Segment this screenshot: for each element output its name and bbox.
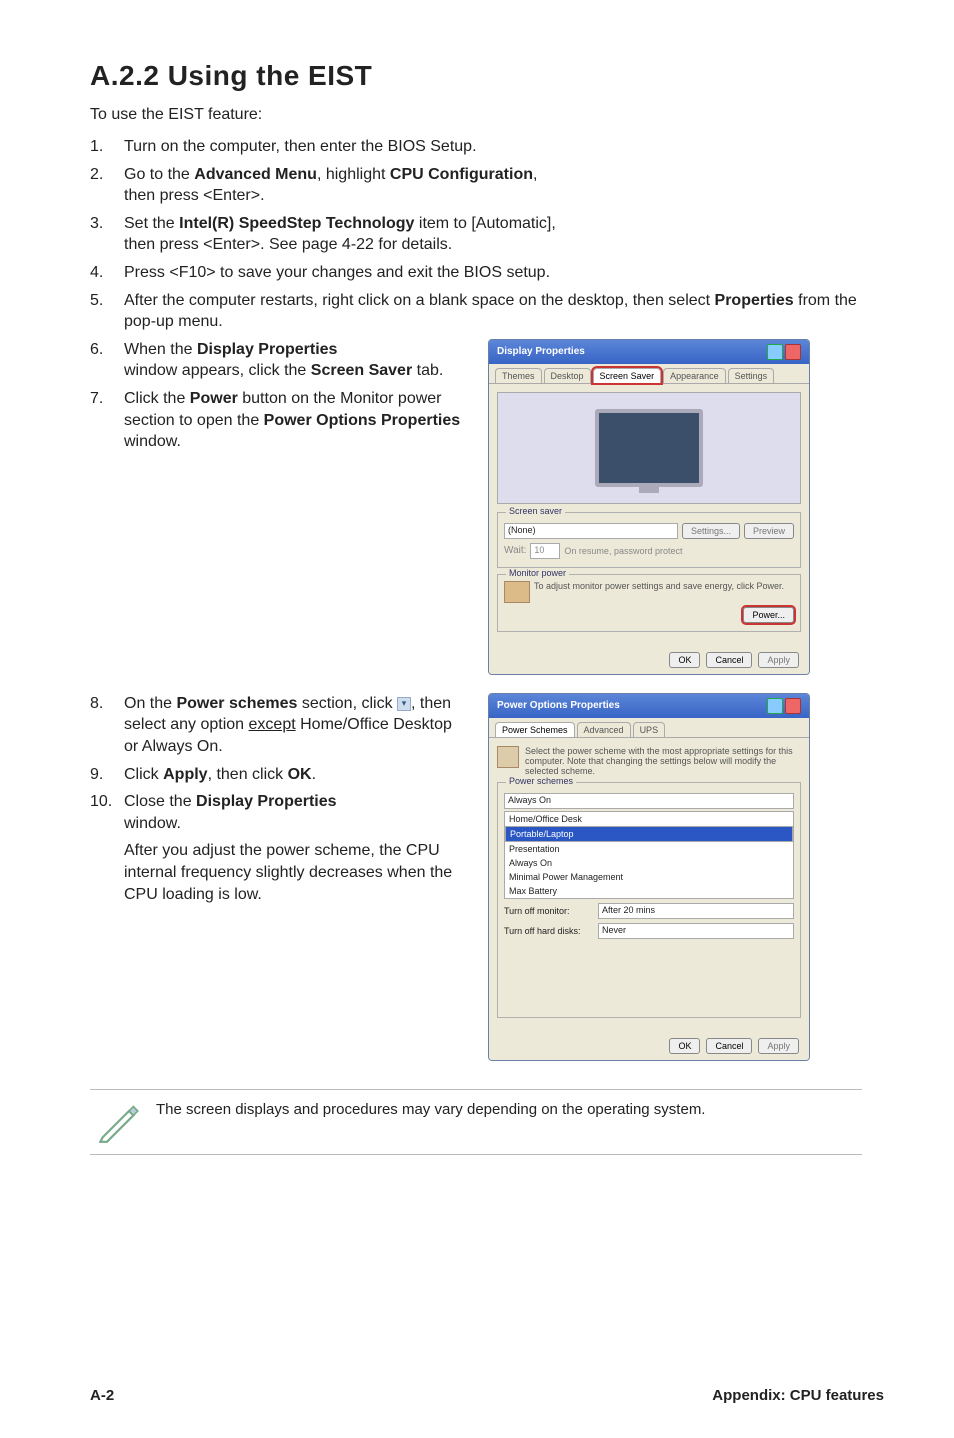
pencil-note-icon	[96, 1100, 140, 1144]
footer-section-title: Appendix: CPU features	[712, 1387, 884, 1404]
tab-themes[interactable]: Themes	[495, 368, 542, 383]
power-plug-icon	[504, 581, 530, 603]
monitor-off-label: Turn off monitor:	[504, 906, 594, 916]
battery-icon	[497, 746, 519, 768]
apply-button[interactable]: Apply	[758, 1038, 799, 1054]
step-6: When the Display Properties window appea…	[90, 339, 470, 382]
scheme-opt[interactable]: Portable/Laptop	[505, 826, 793, 842]
tab-bar: Themes Desktop Screen Saver Appearance S…	[489, 364, 809, 384]
section-heading: A.2.2 Using the EIST	[90, 60, 884, 92]
help-icon[interactable]	[767, 344, 783, 360]
monitor-power-text: To adjust monitor power settings and sav…	[532, 581, 794, 591]
close-icon[interactable]	[785, 344, 801, 360]
screensaver-preview	[497, 392, 801, 504]
tab-desktop[interactable]: Desktop	[544, 368, 591, 383]
group-screensaver: Screen saver	[506, 506, 565, 516]
screensaver-select[interactable]: (None)	[504, 523, 678, 539]
display-properties-window: Display Properties Themes Desktop Screen…	[488, 339, 810, 675]
step-8: On the Power schemes section, click ▾, t…	[90, 693, 470, 758]
tab-screen-saver[interactable]: Screen Saver	[593, 368, 662, 383]
tab-ups[interactable]: UPS	[633, 722, 666, 737]
window-title: Power Options Properties	[497, 700, 620, 711]
monitor-icon	[595, 409, 703, 487]
resume-check-label: On resume, password protect	[564, 546, 682, 556]
after-adjust-text: After you adjust the power scheme, the C…	[124, 840, 470, 905]
settings-button[interactable]: Settings...	[682, 523, 740, 539]
tab-settings[interactable]: Settings	[728, 368, 775, 383]
cancel-button[interactable]: Cancel	[706, 652, 752, 668]
note-callout: The screen displays and procedures may v…	[90, 1089, 862, 1155]
scheme-select[interactable]: Always On	[504, 793, 794, 809]
tab-appearance[interactable]: Appearance	[663, 368, 726, 383]
step-4: Press <F10> to save your changes and exi…	[90, 262, 884, 284]
scheme-opt[interactable]: Max Battery	[505, 884, 793, 898]
scheme-desc: Select the power scheme with the most ap…	[525, 746, 801, 776]
scheme-opt[interactable]: Home/Office Desk	[505, 812, 793, 826]
ok-button[interactable]: OK	[669, 652, 700, 668]
step-1: Turn on the computer, then enter the BIO…	[90, 136, 884, 158]
dropdown-arrow-icon: ▾	[397, 697, 411, 711]
group-power-schemes: Power schemes	[506, 776, 576, 786]
power-options-window: Power Options Properties Power Schemes A…	[488, 693, 810, 1061]
cancel-button[interactable]: Cancel	[706, 1038, 752, 1054]
hd-off-label: Turn off hard disks:	[504, 926, 594, 936]
intro-text: To use the EIST feature:	[90, 106, 884, 124]
tab-power-schemes[interactable]: Power Schemes	[495, 722, 575, 737]
step-2: Go to the Advanced Menu, highlight CPU C…	[90, 164, 884, 207]
preview-button[interactable]: Preview	[744, 523, 794, 539]
step-3: Set the Intel(R) SpeedStep Technology it…	[90, 213, 884, 256]
step-9: Click Apply, then click OK.	[90, 764, 470, 786]
step-7: Click the Power button on the Monitor po…	[90, 388, 470, 453]
footer-page-number: A-2	[90, 1387, 114, 1404]
scheme-opt[interactable]: Minimal Power Management	[505, 870, 793, 884]
scheme-opt[interactable]: Always On	[505, 856, 793, 870]
step-5: After the computer restarts, right click…	[90, 290, 884, 333]
apply-button[interactable]: Apply	[758, 652, 799, 668]
hd-off-select[interactable]: Never	[598, 923, 794, 939]
scheme-dropdown-list[interactable]: Home/Office Desk Portable/Laptop Present…	[504, 811, 794, 899]
tab-advanced[interactable]: Advanced	[577, 722, 631, 737]
help-icon[interactable]	[767, 698, 783, 714]
note-text: The screen displays and procedures may v…	[156, 1100, 705, 1120]
window-title: Display Properties	[497, 346, 585, 357]
wait-input[interactable]: 10	[530, 543, 560, 559]
scheme-opt[interactable]: Presentation	[505, 842, 793, 856]
ok-button[interactable]: OK	[669, 1038, 700, 1054]
tab-bar: Power Schemes Advanced UPS	[489, 718, 809, 738]
step-10: Close the Display Properties window.	[90, 791, 470, 834]
monitor-off-select[interactable]: After 20 mins	[598, 903, 794, 919]
wait-label: Wait:	[504, 545, 526, 556]
group-monitor-power: Monitor power	[506, 568, 569, 578]
power-button[interactable]: Power...	[743, 607, 794, 623]
close-icon[interactable]	[785, 698, 801, 714]
